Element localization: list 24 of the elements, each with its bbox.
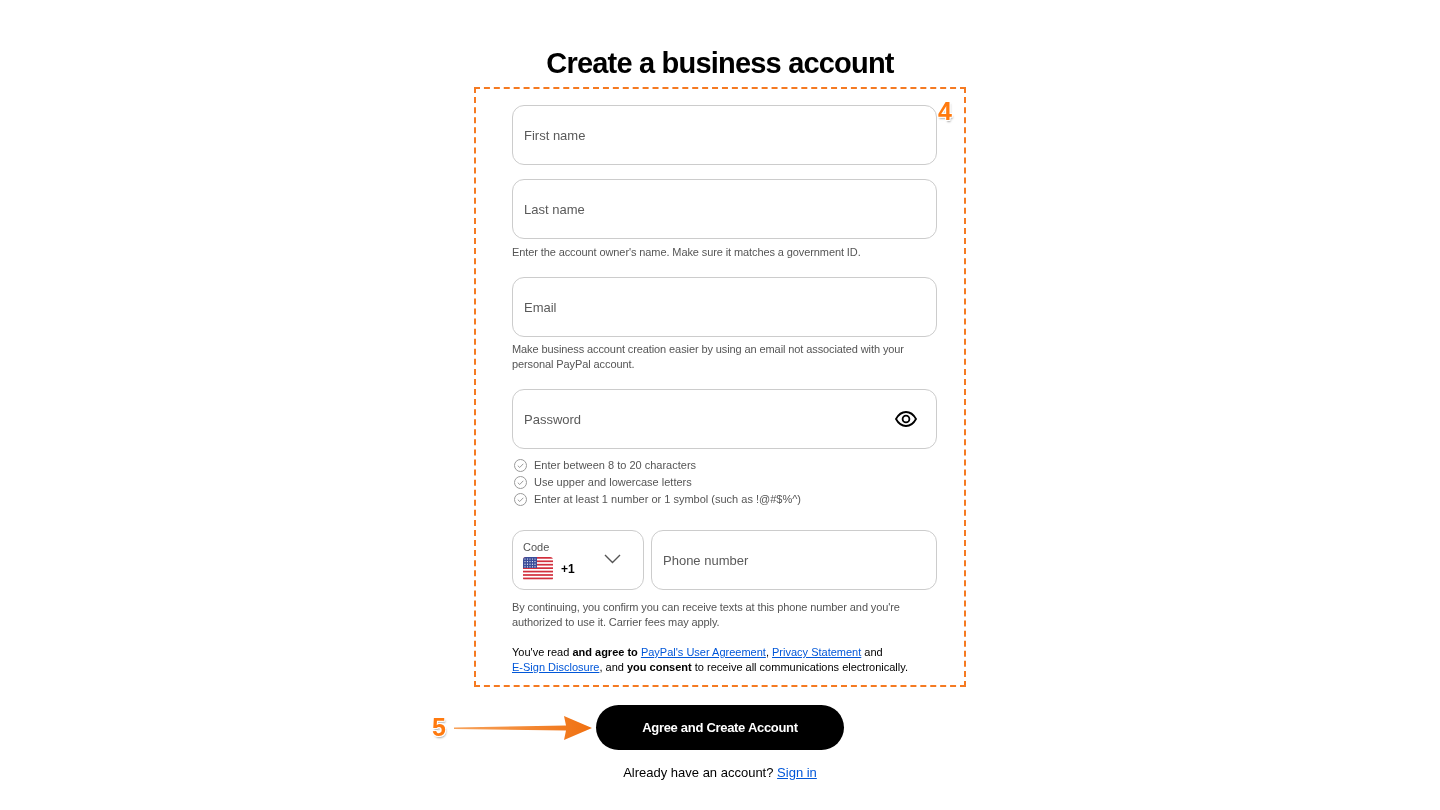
requirement-text: Enter at least 1 number or 1 symbol (such as !@#$%^) [534, 492, 801, 507]
password-field[interactable]: Password [512, 389, 937, 449]
hint-text: Enter the account owner's name. Make sure it matches a government ID. [512, 245, 862, 260]
flag-icon [523, 556, 553, 581]
hint-text: Make business account creation easier by using an email not associated with your personal PayPal account. [512, 342, 905, 372]
country-code-select[interactable]: Code +1 [512, 530, 644, 590]
link[interactable]: Privacy Statement [772, 646, 862, 658]
step-number: 5 [432, 715, 446, 740]
signin-prompt: Already have an account? Sign in [623, 764, 817, 782]
requirement-text: Use upper and lowercase letters [534, 475, 692, 490]
eye-icon[interactable] [895, 411, 917, 427]
page-title: Create a business account [546, 46, 894, 81]
create-account-button[interactable]: Agree and Create Account [596, 705, 844, 750]
hint-text: By continuing, you confirm you can receive texts at this phone number and you're authorized to use it. Carrier fees may apply. [512, 600, 901, 630]
agreement-text: You've read and agree to PayPal's User Agreement, Privacy Statement and E-Sign Disclosure, and you consent to receive all communications electronically. [512, 645, 909, 675]
input-field[interactable]: Last name [512, 179, 937, 239]
requirement-text: Enter between 8 to 20 characters [534, 458, 697, 473]
phone-field[interactable]: Phone number [651, 530, 937, 590]
link[interactable]: PayPal's User Agreement [640, 646, 766, 658]
signin-link[interactable]: Sign in [777, 765, 817, 780]
chevron-down-icon [604, 554, 621, 564]
input-field[interactable]: First name [512, 105, 937, 165]
input-field[interactable]: Email [512, 277, 937, 337]
step-number: 4 [938, 99, 952, 124]
